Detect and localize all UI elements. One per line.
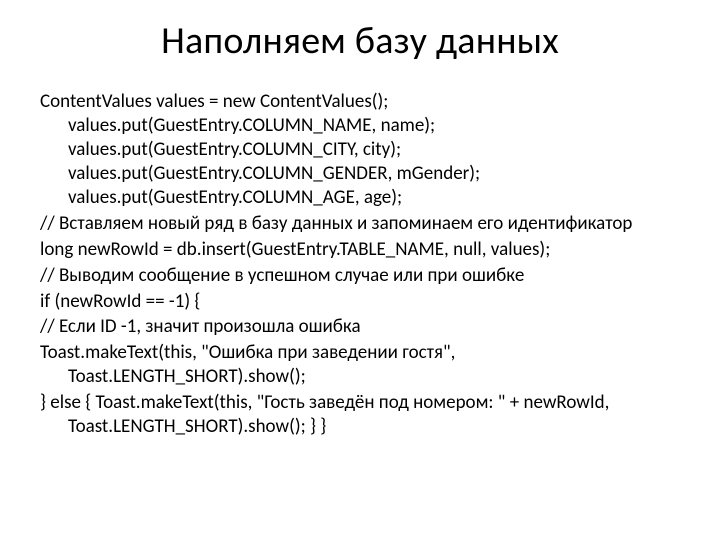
- slide: Наполняем базу данных ContentValues valu…: [0, 0, 720, 540]
- code-line: if (newRowId == -1) {: [40, 290, 680, 314]
- code-line: } else { Toast.makeText(this, "Гость зав…: [40, 391, 680, 439]
- code-line: // Вставляем новый ряд в базу данных и з…: [40, 212, 680, 236]
- code-line: ContentValues values = new ContentValues…: [40, 90, 680, 210]
- code-line: // Выводим сообщение в успешном случае и…: [40, 264, 680, 288]
- code-line: long newRowId = db.insert(GuestEntry.TAB…: [40, 238, 680, 262]
- slide-title: Наполняем базу данных: [40, 18, 680, 64]
- code-line: // Если ID -1, значит произошла ошибка: [40, 315, 680, 339]
- slide-body: ContentValues values = new ContentValues…: [40, 90, 680, 439]
- code-line: Toast.makeText(this, "Ошибка при заведен…: [40, 341, 680, 389]
